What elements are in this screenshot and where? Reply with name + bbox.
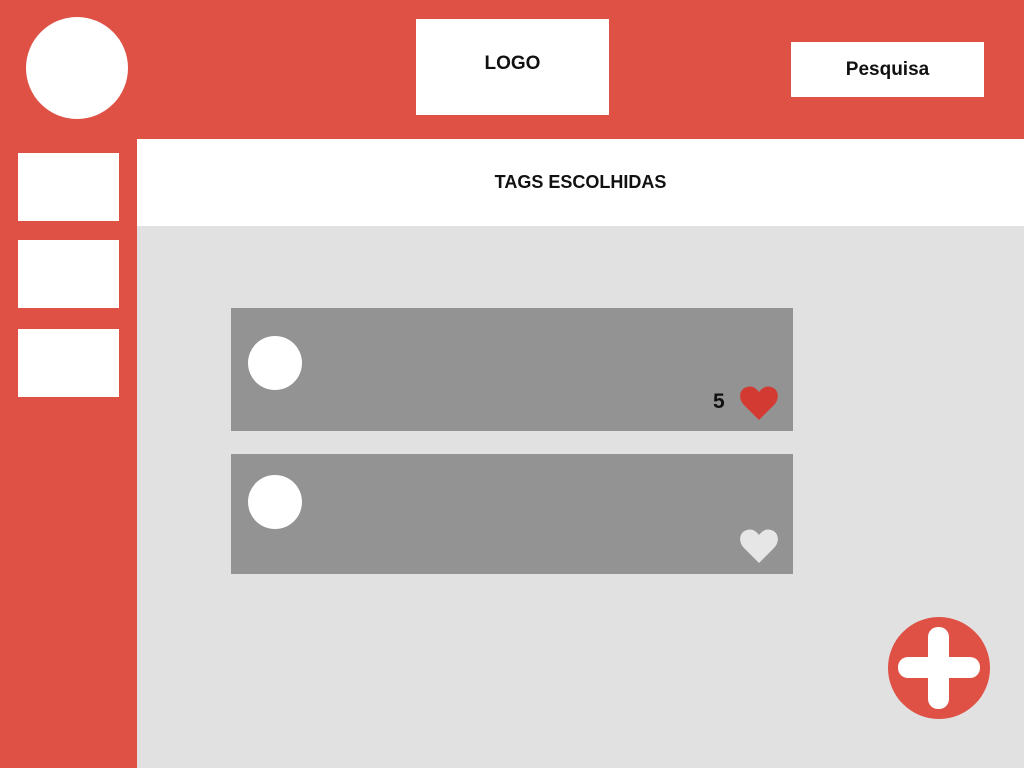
post-author-avatar[interactable]: [248, 475, 302, 529]
sidebar: [0, 139, 137, 768]
search-label: Pesquisa: [845, 58, 930, 80]
logo-label: LOGO: [484, 53, 541, 74]
user-avatar[interactable]: [26, 17, 128, 119]
logo[interactable]: LOGO: [416, 19, 609, 115]
sidebar-item[interactable]: [18, 240, 119, 308]
add-button[interactable]: [888, 617, 990, 719]
sidebar-item[interactable]: [18, 329, 119, 397]
like-count: 5: [713, 390, 725, 413]
tags-banner: TAGS ESCOLHIDAS: [137, 139, 1024, 226]
search-button[interactable]: Pesquisa: [791, 42, 984, 97]
post-card[interactable]: [231, 454, 793, 574]
post-author-avatar[interactable]: [248, 336, 302, 390]
post-card[interactable]: 5: [231, 308, 793, 431]
tags-banner-title: TAGS ESCOLHIDAS: [494, 172, 667, 192]
heart-outline-icon[interactable]: [739, 528, 779, 564]
heart-filled-icon[interactable]: [739, 385, 779, 421]
sidebar-item[interactable]: [18, 153, 119, 221]
